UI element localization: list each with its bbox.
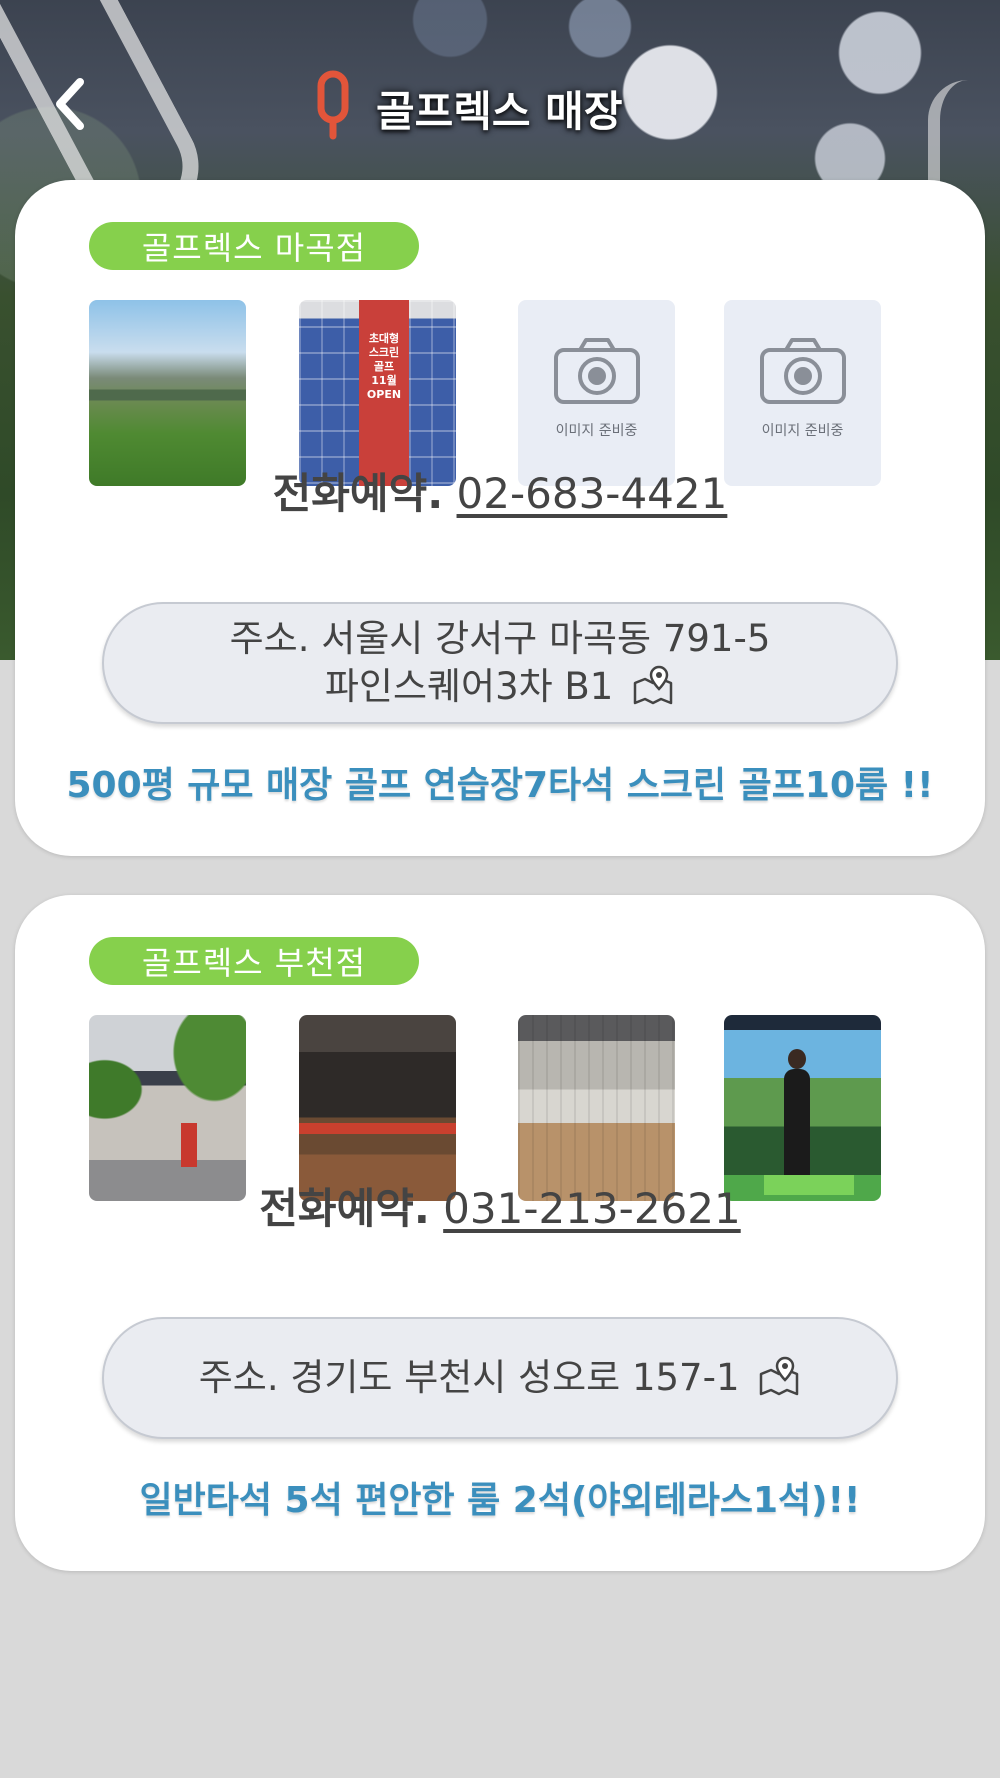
store-card-bucheon: 골프렉스 부천점 전화예약. 031-213-2621 주소. 경기도 부천시 … — [15, 895, 985, 1571]
app-header: 골프렉스 매장 — [0, 50, 1000, 160]
store-name-badge: 골프렉스 마곡점 — [89, 222, 419, 270]
store-photo-placeholder[interactable]: 이미지 준비중 — [724, 300, 881, 486]
store-photo-screen-golf[interactable] — [724, 1015, 881, 1201]
store-name-badge: 골프렉스 부천점 — [89, 937, 419, 985]
camera-icon — [553, 338, 640, 404]
back-button[interactable] — [44, 74, 94, 134]
address-line-1: 주소. 서울시 강서구 마곡동 791-5 — [229, 617, 771, 660]
camera-icon — [759, 338, 846, 404]
store-photo-building[interactable]: 초대형 스크린 골프 11월 OPEN — [299, 300, 456, 486]
phone-reservation: 전화예약. 02-683-4421 — [15, 460, 985, 521]
entrance-sign — [181, 1123, 197, 1167]
phone-number-link[interactable]: 02-683-4421 — [457, 469, 728, 518]
phone-reservation: 전화예약. 031-213-2621 — [15, 1175, 985, 1236]
address-line-2: 파인스퀘어3차 B1 — [230, 663, 771, 711]
placeholder-label: 이미지 준비중 — [761, 423, 844, 439]
store-photo-terrace[interactable] — [518, 1015, 675, 1201]
phone-label: 전화예약. — [259, 1184, 430, 1233]
store-photo-entrance[interactable] — [89, 1015, 246, 1201]
map-pin-icon — [633, 665, 673, 705]
golfer-figure — [784, 1049, 810, 1179]
phone-label: 전화예약. — [272, 469, 444, 518]
store-features: 500평 규모 매장 골프 연습장7타석 스크린 골프10룸 !! — [66, 765, 934, 806]
map-pin-icon — [760, 1356, 799, 1396]
store-photo-placeholder[interactable]: 이미지 준비중 — [518, 300, 675, 486]
store-photo-lounge[interactable] — [299, 1015, 456, 1201]
chevron-left-icon — [56, 78, 84, 130]
phone-number-link[interactable]: 031-213-2621 — [443, 1184, 741, 1233]
address-line-1: 주소. 경기도 부천시 성오로 157-1 — [199, 1354, 802, 1402]
store-photo-golf-course[interactable] — [89, 300, 246, 486]
golfrex-logo-icon — [317, 70, 349, 140]
banner-text: 초대형 스크린 골프 11월 OPEN — [366, 332, 402, 401]
store-features: 일반타석 5석 편안한 룸 2석(야외테라스1석)!! — [139, 1480, 861, 1521]
placeholder-label: 이미지 준비중 — [555, 423, 638, 439]
address-button[interactable]: 주소. 서울시 강서구 마곡동 791-5 파인스퀘어3차 B1 — [102, 602, 898, 724]
page-title: 골프렉스 매장 — [376, 87, 623, 136]
address-button[interactable]: 주소. 경기도 부천시 성오로 157-1 — [102, 1317, 898, 1439]
store-card-magok: 골프렉스 마곡점 초대형 스크린 골프 11월 OPEN 이미지 준비중 이미지… — [15, 180, 985, 856]
